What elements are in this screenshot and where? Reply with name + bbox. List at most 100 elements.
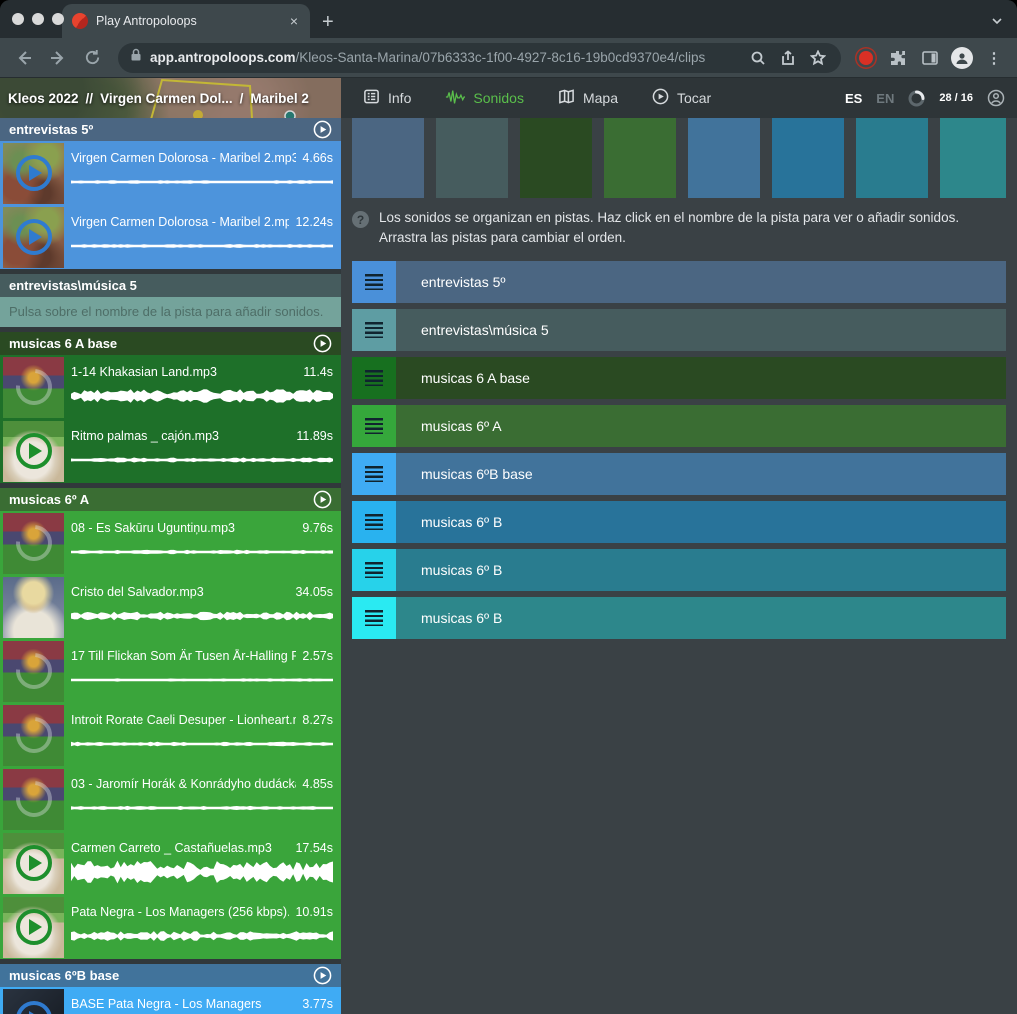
url-bar[interactable]: app.antropoloops.com/Kleos-Santa-Marina/… xyxy=(118,43,841,73)
reload-icon[interactable] xyxy=(78,44,106,72)
browser-tab[interactable]: Play Antropoloops × xyxy=(62,4,310,38)
breadcrumb-project[interactable]: Kleos 2022 xyxy=(8,91,79,106)
url-host: app.antropoloops.com xyxy=(150,50,296,65)
clip-play-icon[interactable] xyxy=(8,646,59,697)
clip-thumbnail[interactable] xyxy=(3,513,64,574)
breadcrumb-group[interactable]: Virgen Carmen Dol... xyxy=(100,91,233,106)
tab-search-chevron-icon[interactable] xyxy=(991,14,1003,26)
track-drag-handle[interactable] xyxy=(352,501,396,543)
track-drag-handle[interactable] xyxy=(352,309,396,351)
section-play-button[interactable] xyxy=(313,966,332,985)
clip-item[interactable]: Ritmo palmas _ cajón.mp311.89s xyxy=(0,419,341,483)
track-drag-handle[interactable] xyxy=(352,597,396,639)
clip-thumbnail[interactable] xyxy=(3,143,64,204)
lock-icon[interactable] xyxy=(130,48,142,67)
clip-item[interactable]: 03 - Jaromír Horák & Konrádyho dudácká .… xyxy=(0,767,341,831)
clip-duration: 11.4s xyxy=(303,365,333,379)
clip-thumbnail[interactable] xyxy=(3,207,64,268)
clip-thumbnail[interactable] xyxy=(3,989,64,1014)
macos-traffic-lights[interactable] xyxy=(12,13,64,25)
track-row[interactable]: entrevistas 5º xyxy=(352,261,1006,303)
sidebar-section-header[interactable]: musicas 6ºB base xyxy=(0,964,341,987)
tab-tocar[interactable]: Tocar xyxy=(652,88,711,108)
clip-thumbnail[interactable] xyxy=(3,421,64,482)
track-drag-handle[interactable] xyxy=(352,261,396,303)
clip-item[interactable]: BASE Pata Negra - Los Managers3.77s xyxy=(0,987,341,1014)
record-indicator-icon[interactable] xyxy=(853,45,879,71)
tab-mapa[interactable]: Mapa xyxy=(558,88,618,108)
breadcrumb-item[interactable]: Maribel 2 xyxy=(250,91,309,106)
clip-thumbnail[interactable] xyxy=(3,705,64,766)
zoom-page-icon[interactable] xyxy=(747,47,769,69)
side-panel-icon[interactable] xyxy=(917,45,943,71)
track-drag-handle[interactable] xyxy=(352,549,396,591)
tab-sonidos[interactable]: Sonidos xyxy=(445,89,524,108)
clip-item[interactable]: Pata Negra - Los Managers (256 kbps).mp3… xyxy=(0,895,341,959)
clip-item[interactable]: 17 Till Flickan Som Är Tusen År-Halling … xyxy=(0,639,341,703)
zoom-window-icon[interactable] xyxy=(52,13,64,25)
clip-item[interactable]: Carmen Carreto _ Castañuelas.mp317.54s xyxy=(0,831,341,895)
browser-menu-icon[interactable]: ⋮ xyxy=(981,45,1007,71)
close-window-icon[interactable] xyxy=(12,13,24,25)
back-icon[interactable] xyxy=(10,44,38,72)
track-row[interactable]: musicas 6 A base xyxy=(352,357,1006,399)
clip-play-icon[interactable] xyxy=(16,433,52,469)
clip-play-icon[interactable] xyxy=(8,710,59,761)
url-path: /Kleos-Santa-Marina/07b6333c-1f00-4927-8… xyxy=(296,50,706,65)
section-play-button[interactable] xyxy=(313,334,332,353)
clip-thumbnail[interactable] xyxy=(3,641,64,702)
clip-thumbnail[interactable] xyxy=(3,769,64,830)
clip-play-icon[interactable] xyxy=(16,155,52,191)
clip-item[interactable]: Virgen Carmen Dolorosa - Maribel 2.mp312… xyxy=(0,205,341,269)
clip-play-icon[interactable] xyxy=(8,518,59,569)
section-play-button[interactable] xyxy=(313,490,332,509)
track-row[interactable]: musicas 6º B xyxy=(352,501,1006,543)
lang-es-button[interactable]: ES xyxy=(845,91,862,106)
profile-avatar[interactable] xyxy=(949,45,975,71)
track-row[interactable]: musicas 6º B xyxy=(352,597,1006,639)
track-row[interactable]: entrevistas\música 5 xyxy=(352,309,1006,351)
minimize-window-icon[interactable] xyxy=(32,13,44,25)
clip-play-icon[interactable] xyxy=(8,362,59,413)
clip-item[interactable]: Cristo del Salvador.mp334.05s xyxy=(0,575,341,639)
clip-title: Virgen Carmen Dolorosa - Maribel 2.mp3 xyxy=(71,215,289,229)
clip-play-icon[interactable] xyxy=(16,845,52,881)
section-play-button[interactable] xyxy=(313,120,332,139)
clip-play-icon[interactable] xyxy=(8,774,59,825)
track-drag-handle[interactable] xyxy=(352,405,396,447)
account-person-icon[interactable] xyxy=(987,89,1005,107)
clip-thumbnail[interactable] xyxy=(3,357,64,418)
url-text[interactable]: app.antropoloops.com/Kleos-Santa-Marina/… xyxy=(150,50,739,65)
clip-play-icon[interactable] xyxy=(16,219,52,255)
clip-item[interactable]: Virgen Carmen Dolorosa - Maribel 2.mp34.… xyxy=(0,141,341,205)
track-row[interactable]: musicas 6ºB base xyxy=(352,453,1006,495)
clip-thumbnail[interactable] xyxy=(3,833,64,894)
clip-item[interactable]: 1-14 Khakasian Land.mp311.4s xyxy=(0,355,341,419)
clip-title: Virgen Carmen Dolorosa - Maribel 2.mp3 xyxy=(71,151,296,165)
sidebar-section-header[interactable]: entrevistas 5º xyxy=(0,118,341,141)
forward-icon[interactable] xyxy=(44,44,72,72)
clip-title: Ritmo palmas _ cajón.mp3 xyxy=(71,429,290,443)
new-tab-button[interactable]: + xyxy=(322,12,334,32)
sidebar-section-header[interactable]: musicas 6 A base xyxy=(0,332,341,355)
extensions-puzzle-icon[interactable] xyxy=(885,45,911,71)
lang-en-button[interactable]: EN xyxy=(876,91,894,106)
track-row[interactable]: musicas 6º B xyxy=(352,549,1006,591)
clip-item[interactable]: Introit Rorate Caeli Desuper - Lionheart… xyxy=(0,703,341,767)
share-icon[interactable] xyxy=(777,47,799,69)
clip-duration: 34.05s xyxy=(295,585,333,599)
track-drag-handle[interactable] xyxy=(352,453,396,495)
track-row[interactable]: musicas 6º A xyxy=(352,405,1006,447)
clip-thumbnail[interactable] xyxy=(3,577,64,638)
clip-item[interactable]: 08 - Es Sakūru Uguntiņu.mp39.76s xyxy=(0,511,341,575)
sidebar-section-header[interactable]: musicas 6º A xyxy=(0,488,341,511)
bookmark-star-icon[interactable] xyxy=(807,47,829,69)
clip-thumbnail[interactable] xyxy=(3,897,64,958)
tab-close-icon[interactable]: × xyxy=(288,13,300,29)
track-drag-handle[interactable] xyxy=(352,357,396,399)
sidebar-section-header[interactable]: entrevistas\música 5 xyxy=(0,274,341,297)
clip-play-icon[interactable] xyxy=(16,909,52,945)
breadcrumb[interactable]: Kleos 2022 // Virgen Carmen Dol... / Mar… xyxy=(8,78,309,118)
clip-play-icon[interactable] xyxy=(16,1001,52,1014)
tab-info[interactable]: Info xyxy=(363,88,411,108)
